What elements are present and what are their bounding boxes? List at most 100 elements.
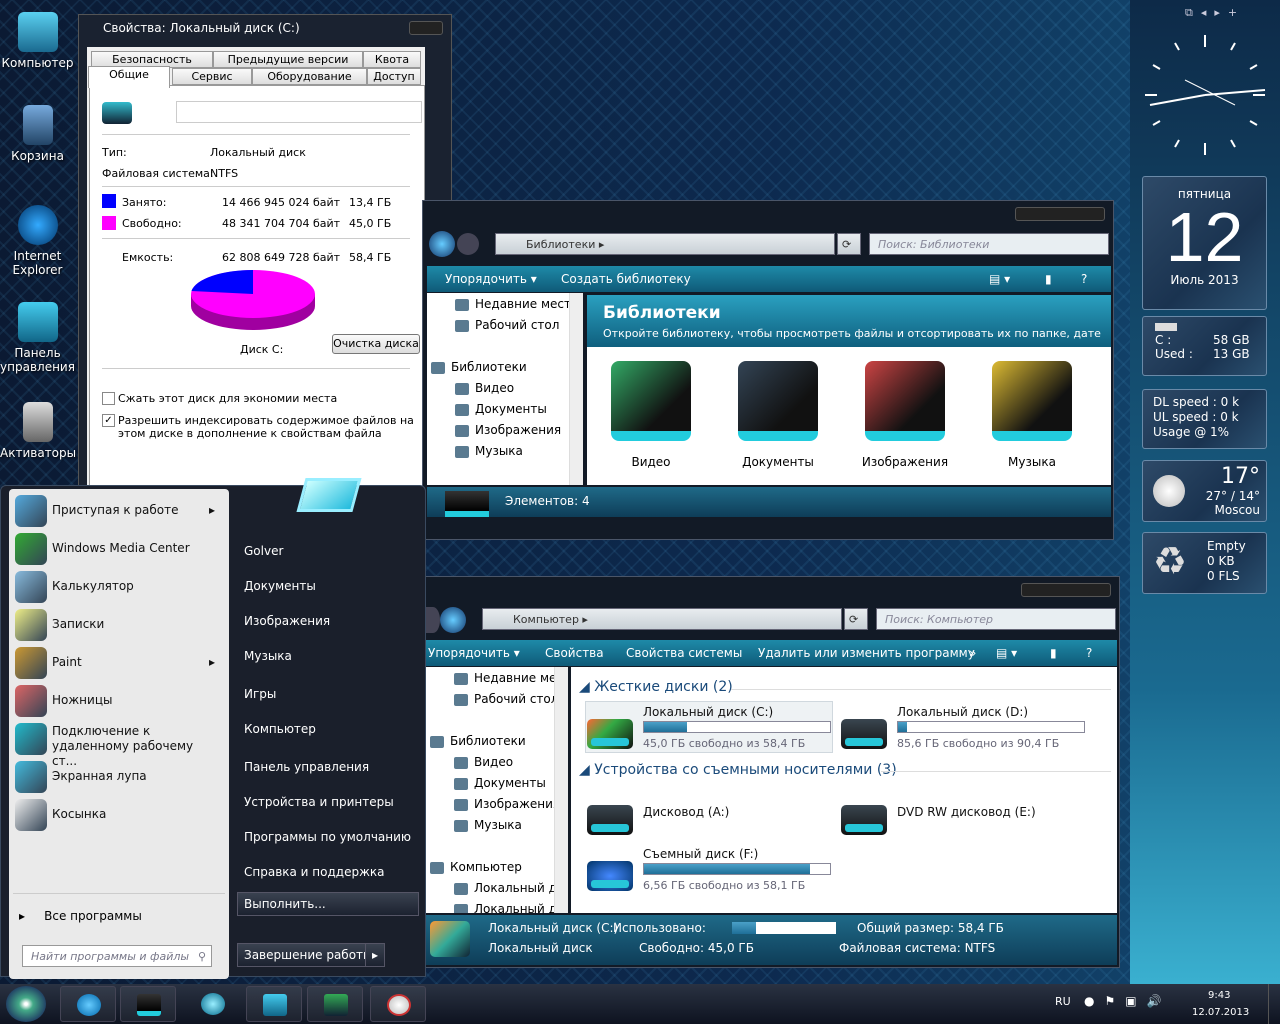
desktop-icon-computer[interactable]: Компьютер: [0, 12, 75, 70]
desktop-icon-activators[interactable]: Активаторы: [0, 402, 76, 460]
window-controls[interactable]: [1021, 583, 1111, 597]
tab-quota[interactable]: Квота: [363, 51, 421, 68]
start-menu-item[interactable]: Записки: [13, 609, 225, 643]
nav-item[interactable]: Локальный диск: [454, 881, 568, 895]
library-icon[interactable]: [738, 361, 818, 441]
group-removable[interactable]: ◢ Устройства со съемными носителями (3): [579, 762, 897, 778]
tab-general[interactable]: Общие: [88, 66, 170, 88]
view-button[interactable]: ▤ ▾: [996, 646, 1017, 660]
tab-previous-versions[interactable]: Предыдущие версии: [213, 51, 363, 68]
all-programs-button[interactable]: ▸ Все программы: [19, 909, 142, 923]
start-menu-link[interactable]: Компьютер: [244, 722, 316, 736]
start-menu-link[interactable]: Изображения: [244, 614, 330, 628]
nav-item[interactable]: Библиотеки: [430, 734, 526, 748]
start-menu-item[interactable]: Экранная лупа: [13, 761, 225, 795]
nav-item[interactable]: Рабочий стол: [454, 692, 558, 706]
nav-scrollbar[interactable]: [569, 293, 583, 485]
library-item-label[interactable]: Видео: [601, 455, 701, 469]
help-button[interactable]: ?: [1086, 646, 1092, 660]
forward-button[interactable]: [440, 607, 466, 633]
start-menu-link[interactable]: Игры: [244, 687, 276, 701]
nav-item[interactable]: Документы: [455, 402, 547, 416]
nav-item[interactable]: Видео: [454, 755, 513, 769]
nav-item[interactable]: Музыка: [454, 818, 522, 832]
search-input[interactable]: Поиск: Компьютер: [876, 608, 1116, 630]
nav-item[interactable]: Музыка: [455, 444, 523, 458]
taskbar-explorer[interactable]: [120, 986, 176, 1022]
nav-item[interactable]: Библиотеки: [431, 360, 527, 374]
nav-item[interactable]: Недавние места: [455, 297, 578, 311]
drive-name[interactable]: Дисковод (A:): [643, 805, 729, 819]
start-menu-link[interactable]: Панель управления: [244, 760, 369, 774]
clock-date[interactable]: 12.07.2013: [1192, 1007, 1249, 1018]
start-menu-item[interactable]: Windows Media Center: [13, 533, 225, 567]
start-button[interactable]: [6, 986, 46, 1022]
taskbar-clock-app[interactable]: [370, 986, 426, 1022]
nav-item[interactable]: Рабочий стол: [455, 318, 559, 332]
weather-gadget[interactable]: 17° 27° / 14° Moscou: [1142, 460, 1267, 522]
more-button[interactable]: »: [969, 646, 976, 660]
start-menu-item[interactable]: Косынка: [13, 799, 225, 833]
tab-service[interactable]: Сервис: [172, 68, 252, 85]
library-icon[interactable]: [992, 361, 1072, 441]
sidebar-controls[interactable]: ⧉◂▸+: [1185, 6, 1245, 20]
clock-time[interactable]: 9:43: [1208, 990, 1230, 1001]
organize-button[interactable]: Упорядочить ▾: [445, 272, 537, 286]
clock-gadget[interactable]: [1140, 30, 1270, 165]
desktop-icon-ie[interactable]: Internet Explorer: [0, 205, 75, 277]
language-indicator[interactable]: RU: [1055, 995, 1071, 1008]
organize-button[interactable]: Упорядочить ▾: [428, 646, 520, 660]
start-menu-item[interactable]: Приступая к работе ▸: [13, 495, 225, 529]
nav-item[interactable]: Недавние места: [454, 671, 568, 685]
shutdown-options-button[interactable]: ▸: [365, 943, 385, 967]
taskbar-control-panel[interactable]: [246, 986, 302, 1022]
start-menu-link[interactable]: Музыка: [244, 649, 292, 663]
library-icon[interactable]: [865, 361, 945, 441]
tab-hardware[interactable]: Оборудование: [252, 68, 367, 85]
drive-name[interactable]: DVD RW дисковод (E:): [897, 805, 1036, 819]
desktop-icon-control-panel[interactable]: Панель управления: [0, 302, 75, 374]
start-menu-link[interactable]: Программы по умолчанию: [244, 830, 411, 844]
back-button[interactable]: [426, 607, 440, 633]
refresh-button[interactable]: ⟳: [844, 608, 868, 630]
taskbar-ie[interactable]: [60, 986, 116, 1022]
run-button[interactable]: Выполнить...: [237, 892, 419, 916]
start-menu-item[interactable]: Подключение к удаленному рабочему ст...: [13, 723, 225, 768]
taskbar-task-manager[interactable]: [307, 986, 363, 1022]
drive-icon[interactable]: [841, 805, 887, 835]
index-checkbox[interactable]: ✓: [102, 414, 115, 427]
user-picture[interactable]: [296, 478, 362, 512]
start-search-input[interactable]: Найти программы и файлы ⚲: [22, 945, 212, 967]
library-item-label[interactable]: Музыка: [982, 455, 1082, 469]
system-properties-button[interactable]: Свойства системы: [626, 646, 742, 660]
uninstall-program-button[interactable]: Удалить или изменить программу: [758, 646, 975, 660]
compress-checkbox[interactable]: [102, 392, 115, 405]
nav-item[interactable]: Изображения: [454, 797, 560, 811]
help-button[interactable]: ?: [1081, 272, 1087, 286]
drive-name[interactable]: Съемный диск (F:): [643, 847, 758, 861]
start-menu-link[interactable]: Устройства и принтеры: [244, 795, 394, 809]
window-controls[interactable]: [1015, 207, 1105, 221]
group-hard-drives[interactable]: ◢ Жесткие диски (2): [579, 679, 733, 695]
drive-icon[interactable]: [841, 719, 887, 749]
start-menu-link[interactable]: Справка и поддержка: [244, 865, 385, 879]
address-bar[interactable]: Компьютер ▸: [482, 608, 842, 630]
library-icon[interactable]: [611, 361, 691, 441]
start-menu-link[interactable]: Golver: [244, 544, 283, 558]
show-desktop-button[interactable]: [1268, 984, 1280, 1024]
preview-pane-button[interactable]: ▮: [1045, 272, 1052, 286]
back-button[interactable]: [429, 231, 455, 257]
nav-scrollbar[interactable]: [554, 667, 568, 913]
tab-sharing[interactable]: Доступ: [367, 68, 421, 85]
volume-name-input[interactable]: [176, 101, 422, 123]
drive-icon[interactable]: [587, 805, 633, 835]
forward-button[interactable]: [457, 233, 479, 255]
start-menu-item[interactable]: Ножницы: [13, 685, 225, 719]
disk-cleanup-button[interactable]: Очистка диска: [332, 334, 420, 354]
recycle-gadget[interactable]: ♻ Empty 0 KB 0 FLS: [1142, 532, 1267, 594]
new-library-button[interactable]: Создать библиотеку: [561, 272, 691, 286]
desktop-icon-recycle-bin[interactable]: Корзина: [0, 105, 75, 163]
search-input[interactable]: Поиск: Библиотеки: [869, 233, 1109, 255]
nav-item[interactable]: Документы: [454, 776, 546, 790]
address-bar[interactable]: Библиотеки ▸: [495, 233, 835, 255]
